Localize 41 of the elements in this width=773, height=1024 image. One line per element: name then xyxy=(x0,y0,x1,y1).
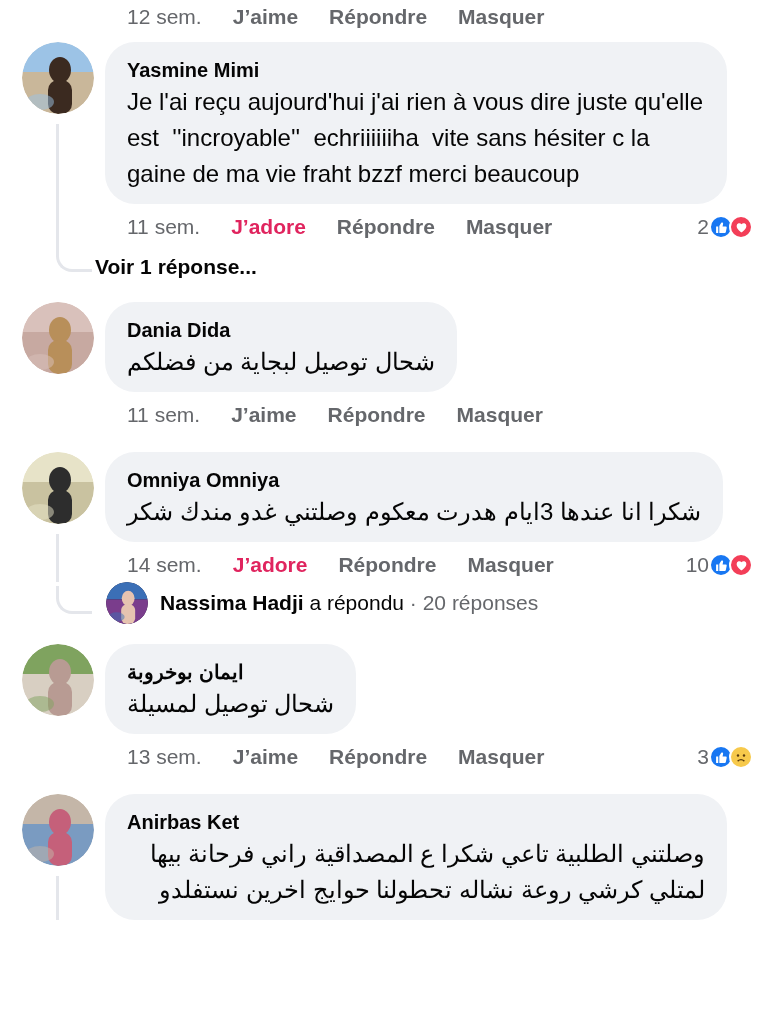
react-link[interactable]: J’adore xyxy=(231,211,306,243)
like-icon xyxy=(709,215,733,239)
commenter-name: Yasmine Mimi xyxy=(127,58,261,83)
view-replies-link[interactable]: Voir 1 réponse... xyxy=(95,250,257,282)
hide-link[interactable]: Masquer xyxy=(467,549,554,581)
hide-link[interactable]: Masquer xyxy=(465,211,553,243)
commenter-name: Omniya Omniya xyxy=(127,468,281,493)
comment-text: شكرا انا عندها 3ايام هدرت معكوم وصلتني غدو مندك شكر xyxy=(127,497,702,528)
comment-text: شحال توصيل لبجاية من فضلكم xyxy=(127,347,435,378)
react-link[interactable]: J’aime xyxy=(232,741,299,773)
thread-connector xyxy=(56,244,92,272)
reaction-count: 10 xyxy=(685,552,709,579)
commenter-name: ايمان بوخروبة xyxy=(127,660,245,686)
comment-time: 13 sem. xyxy=(127,744,202,771)
comment-time: 11 sem. xyxy=(127,402,201,429)
comment-time: 12 sem. xyxy=(127,4,202,31)
comment-text: شحال توصيل لمسيلة xyxy=(127,689,335,720)
commenter-name: Dania Dida xyxy=(127,318,232,343)
reaction-count: 2 xyxy=(697,214,709,241)
react-link[interactable]: J’adore xyxy=(232,549,308,581)
thread-connector xyxy=(56,586,92,614)
like-icon xyxy=(709,745,733,769)
reply-link[interactable]: Répondre xyxy=(338,549,437,581)
comment-time: 14 sem. xyxy=(127,552,202,579)
hide-link[interactable]: Masquer xyxy=(456,399,543,431)
hide-link[interactable]: Masquer xyxy=(458,1,545,33)
reply-link[interactable]: Répondre xyxy=(327,399,426,431)
reaction-count: 3 xyxy=(697,744,709,771)
comment-time: 11 sem. xyxy=(127,214,201,241)
commenter-name: Anirbas Ket xyxy=(127,810,241,835)
hide-link[interactable]: Masquer xyxy=(458,741,545,773)
reply-link[interactable]: Répondre xyxy=(329,741,428,773)
react-link[interactable]: J’aime xyxy=(232,1,299,33)
reply-summary[interactable]: Nassima Hadji a répondu · 20 réponses xyxy=(160,587,539,619)
comment-text: Je l'ai reçu aujourd'hui j'ai rien à vous dire juste qu'elle est ''incroyable'' echriiiiiiha vite sans hésiter c la gaine de ma vie fraht bzzf merci beaucoup xyxy=(127,87,704,189)
react-link[interactable]: J’aime xyxy=(231,399,297,431)
reply-link[interactable]: Répondre xyxy=(336,211,435,243)
like-icon xyxy=(709,553,733,577)
comment-text: وصلتني الطلبية تاعي شكرا ع المصداقية راني فرحانة بيها لمتلي كرشي روعة نشاله تحطولنا حوايج اخرين نستفلدو xyxy=(148,839,705,906)
sad-face-icon xyxy=(729,745,753,769)
reply-link[interactable]: Répondre xyxy=(329,1,428,33)
